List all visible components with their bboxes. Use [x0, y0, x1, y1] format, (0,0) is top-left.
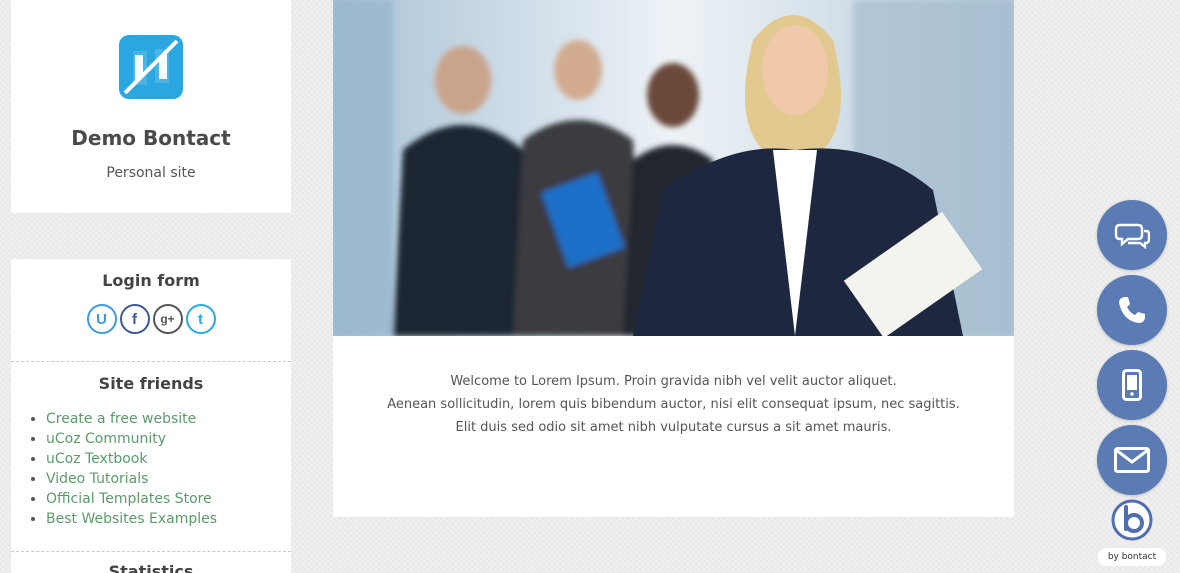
list-item: Video Tutorials: [31, 469, 291, 489]
friend-link[interactable]: Official Templates Store: [46, 491, 212, 507]
friend-link[interactable]: uCoz Community: [46, 431, 166, 447]
email-button[interactable]: [1097, 425, 1167, 495]
social-login-row: U f g+ t: [11, 304, 291, 334]
twitter-login-icon[interactable]: t: [185, 304, 216, 334]
list-item: uCoz Community: [31, 429, 291, 449]
brand-card: Demo Bontact Personal site: [11, 0, 291, 213]
sidebar: Demo Bontact Personal site Login form U …: [11, 0, 291, 573]
welcome-line: Welcome to Lorem Ipsum. Proin gravida ni…: [450, 374, 897, 389]
site-logo-icon[interactable]: [119, 35, 183, 99]
friend-link[interactable]: Video Tutorials: [46, 471, 148, 487]
friends-list: Create a free website uCoz Community uCo…: [11, 409, 291, 529]
site-subtitle: Personal site: [106, 165, 196, 181]
stats-block: Statistics: [11, 552, 291, 573]
list-item: Official Templates Store: [31, 489, 291, 509]
envelope-icon: [1114, 447, 1150, 473]
friend-link[interactable]: uCoz Textbook: [46, 451, 147, 467]
chat-bubbles-icon: [1114, 223, 1150, 249]
mobile-icon: [1122, 369, 1142, 401]
phone-icon: [1119, 297, 1145, 323]
bontact-logo-icon[interactable]: [1111, 499, 1153, 541]
facebook-login-icon[interactable]: f: [119, 304, 150, 334]
welcome-card: Welcome to Lorem Ipsum. Proin gravida ni…: [333, 336, 1014, 517]
site-title: Demo Bontact: [71, 126, 231, 150]
welcome-line: Elit duis sed odio sit amet nibh vulputa…: [455, 420, 892, 435]
friends-title: Site friends: [98, 374, 204, 393]
friends-block: Site friends Create a free website uCoz …: [11, 362, 291, 552]
welcome-line: Aenean sollicitudin, lorem quis bibendum…: [387, 397, 960, 412]
login-block: Login form U f g+ t: [11, 259, 291, 362]
stats-title: Statistics: [108, 562, 194, 573]
sms-button[interactable]: [1097, 350, 1167, 420]
googleplus-login-icon[interactable]: g+: [152, 304, 183, 334]
business-team-photo: [333, 0, 1014, 336]
sidebar-blocks: Login form U f g+ t Site friends Create …: [11, 259, 291, 573]
list-item: Best Websites Examples: [31, 509, 291, 529]
friend-link[interactable]: Best Websites Examples: [46, 511, 217, 527]
friend-link[interactable]: Create a free website: [46, 411, 196, 427]
ucoz-login-icon[interactable]: U: [86, 304, 117, 334]
list-item: uCoz Textbook: [31, 449, 291, 469]
hero-image: [333, 0, 1014, 336]
call-button[interactable]: [1097, 275, 1167, 345]
bontact-label[interactable]: by bontact: [1098, 548, 1166, 566]
list-item: Create a free website: [31, 409, 291, 429]
chat-button[interactable]: [1097, 200, 1167, 270]
login-title: Login form: [102, 271, 200, 290]
